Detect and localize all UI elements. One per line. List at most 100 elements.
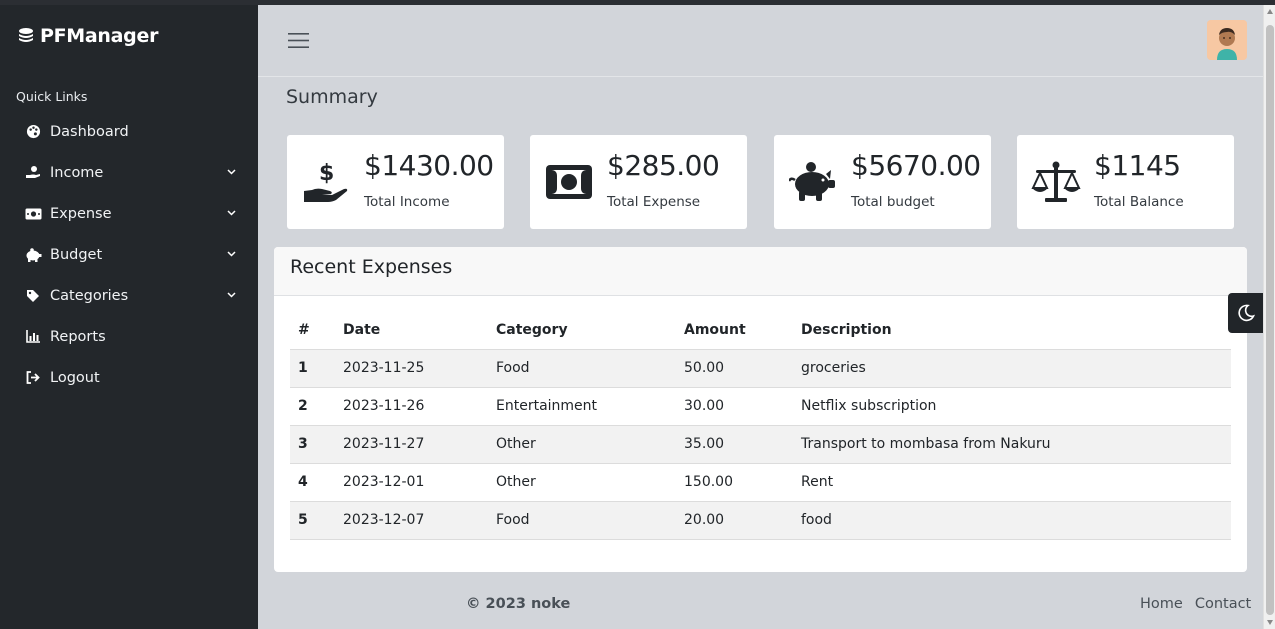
tag-icon xyxy=(24,287,42,305)
cell-index: 5 xyxy=(290,501,335,540)
card-value: $285.00 xyxy=(607,149,720,182)
cell-index: 4 xyxy=(290,463,335,502)
sidebar-item-logout[interactable]: Logout xyxy=(0,357,258,398)
table-header-row: # Date Category Amount Description xyxy=(290,311,1231,350)
cell-category: Other xyxy=(488,463,676,502)
cell-description: food xyxy=(793,501,1231,540)
cell-description: Rent xyxy=(793,463,1231,502)
page-scrollbar[interactable] xyxy=(1263,5,1275,629)
sidebar-item-label: Budget xyxy=(50,246,103,263)
money-bill-icon xyxy=(24,205,42,223)
scrollbar-thumb[interactable] xyxy=(1266,25,1274,615)
card-label: Total Income xyxy=(364,194,450,210)
sidebar-item-label: Reports xyxy=(50,328,106,345)
money-bill-icon xyxy=(544,159,594,205)
cell-category: Food xyxy=(488,349,676,388)
recent-expenses-table: # Date Category Amount Description 1 202… xyxy=(290,311,1231,540)
cell-amount: 35.00 xyxy=(676,425,793,464)
brand-name: PFManager xyxy=(40,25,159,47)
cell-index: 2 xyxy=(290,387,335,426)
cell-description: Netflix subscription xyxy=(793,387,1231,426)
sidebar-nav: Dashboard Income Expense Budget Categori… xyxy=(0,111,258,398)
palette-icon xyxy=(24,123,42,141)
moon-icon xyxy=(1238,304,1255,322)
piggy-bank-icon xyxy=(788,159,838,205)
cell-date: 2023-12-07 xyxy=(335,501,488,540)
footer-link-contact[interactable]: Contact xyxy=(1195,596,1251,612)
user-avatar[interactable] xyxy=(1207,20,1247,60)
svg-text:$: $ xyxy=(319,161,334,186)
column-header: Description xyxy=(793,311,1231,350)
person-avatar-icon xyxy=(1207,20,1247,60)
card-value: $1430.00 xyxy=(364,149,494,182)
chevron-down-icon xyxy=(227,169,236,175)
sidebar-item-budget[interactable]: Budget xyxy=(0,234,258,275)
cell-date: 2023-11-25 xyxy=(335,349,488,388)
chevron-down-icon xyxy=(227,251,236,257)
menu-toggle-button[interactable] xyxy=(288,32,310,53)
piggy-bank-icon xyxy=(24,246,42,264)
cell-description: groceries xyxy=(793,349,1231,388)
scroll-up-arrow[interactable] xyxy=(1267,9,1273,14)
hand-dollar-icon: $ xyxy=(301,159,351,205)
cell-date: 2023-12-01 xyxy=(335,463,488,502)
top-header xyxy=(258,5,1263,77)
cell-index: 1 xyxy=(290,349,335,388)
card-value: $5670.00 xyxy=(851,149,981,182)
summary-card-income: $ $1430.00 Total Income xyxy=(287,135,504,229)
cell-category: Food xyxy=(488,501,676,540)
card-label: Total budget xyxy=(851,194,935,210)
cell-amount: 30.00 xyxy=(676,387,793,426)
table-row: 2 2023-11-26 Entertainment 30.00 Netflix… xyxy=(290,387,1231,426)
sidebar-item-income[interactable]: Income xyxy=(0,152,258,193)
recent-expenses-title: Recent Expenses xyxy=(274,247,1247,296)
chart-bar-icon xyxy=(24,328,42,346)
chevron-down-icon xyxy=(227,210,236,216)
scroll-down-arrow[interactable] xyxy=(1267,620,1273,625)
cell-amount: 20.00 xyxy=(676,501,793,540)
sign-out-icon xyxy=(24,369,42,387)
sidebar-item-label: Categories xyxy=(50,287,129,304)
sidebar-item-dashboard[interactable]: Dashboard xyxy=(0,111,258,152)
column-header: Category xyxy=(488,311,676,350)
chevron-down-icon xyxy=(227,292,236,298)
sidebar-item-categories[interactable]: Categories xyxy=(0,275,258,316)
footer-copyright: © 2023 noke xyxy=(466,596,571,612)
brand-logo[interactable]: PFManager xyxy=(16,25,158,47)
card-label: Total Balance xyxy=(1094,194,1184,210)
sidebar: PFManager Quick Links Dashboard Income E… xyxy=(0,5,258,629)
cell-amount: 50.00 xyxy=(676,349,793,388)
sidebar-item-label: Logout xyxy=(50,369,100,386)
coins-icon xyxy=(19,28,33,42)
card-value: $1145 xyxy=(1094,149,1181,182)
cell-description: Transport to mombasa from Nakuru xyxy=(793,425,1231,464)
column-header: # xyxy=(290,311,335,350)
sidebar-item-label: Dashboard xyxy=(50,123,129,140)
footer-links: Home Contact xyxy=(1140,596,1263,612)
summary-card-balance: $1145 Total Balance xyxy=(1017,135,1234,229)
table-row: 1 2023-11-25 Food 50.00 groceries xyxy=(290,349,1231,388)
cell-date: 2023-11-26 xyxy=(335,387,488,426)
cell-category: Other xyxy=(488,425,676,464)
card-label: Total Expense xyxy=(607,194,701,210)
summary-title: Summary xyxy=(286,86,378,108)
table-row: 4 2023-12-01 Other 150.00 Rent xyxy=(290,463,1231,502)
footer-link-home[interactable]: Home xyxy=(1140,596,1183,612)
cell-category: Entertainment xyxy=(488,387,676,426)
recent-expenses-panel: Recent Expenses # Date Category Amount D… xyxy=(274,247,1247,572)
hamburger-icon xyxy=(288,33,309,48)
quick-links-label: Quick Links xyxy=(16,89,88,104)
sidebar-item-reports[interactable]: Reports xyxy=(0,316,258,357)
dark-mode-toggle[interactable] xyxy=(1228,293,1264,333)
column-header: Amount xyxy=(676,311,793,350)
sidebar-item-label: Income xyxy=(50,164,104,181)
sidebar-item-expense[interactable]: Expense xyxy=(0,193,258,234)
scale-balanced-icon xyxy=(1031,159,1081,205)
hand-coin-icon xyxy=(24,164,42,182)
summary-card-expense: $285.00 Total Expense xyxy=(530,135,747,229)
column-header: Date xyxy=(335,311,488,350)
summary-card-budget: $5670.00 Total budget xyxy=(774,135,991,229)
sidebar-item-label: Expense xyxy=(50,205,112,222)
cell-amount: 150.00 xyxy=(676,463,793,502)
table-row: 5 2023-12-07 Food 20.00 food xyxy=(290,501,1231,540)
